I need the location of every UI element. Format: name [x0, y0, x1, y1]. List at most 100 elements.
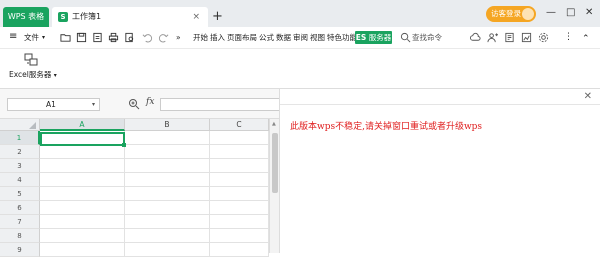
column-header-a[interactable]: A: [40, 119, 125, 131]
close-tab-icon[interactable]: ×: [192, 7, 200, 27]
close-panel-icon[interactable]: ✕: [584, 91, 592, 103]
insert-function-button[interactable]: fx: [146, 97, 154, 107]
grid-cell[interactable]: [210, 243, 269, 257]
grid-cell[interactable]: [125, 201, 210, 215]
print-preview-icon[interactable]: [124, 32, 135, 43]
formula-input[interactable]: [160, 98, 279, 111]
row-header[interactable]: 5: [0, 187, 40, 201]
grid-cell[interactable]: [125, 229, 210, 243]
document-tab[interactable]: S 工作簿1 ×: [52, 7, 208, 27]
name-box-value: A1: [46, 100, 56, 109]
tab-insert[interactable]: 插入: [210, 32, 225, 44]
grid-cell[interactable]: [125, 187, 210, 201]
document-icon[interactable]: [504, 32, 515, 43]
settings-icon[interactable]: [538, 32, 549, 43]
excel-server-icon[interactable]: [24, 53, 38, 67]
tab-view[interactable]: 视图: [310, 32, 325, 44]
tab-formulas[interactable]: 公式: [259, 32, 274, 44]
search-commands[interactable]: 查找命令: [412, 32, 442, 44]
tab-data[interactable]: 数据: [276, 32, 291, 44]
export-pdf-icon[interactable]: [92, 32, 103, 43]
chart-icon[interactable]: [521, 32, 532, 43]
row-header[interactable]: 3: [0, 159, 40, 173]
grid-cell[interactable]: [210, 201, 269, 215]
file-menu[interactable]: 文件: [24, 32, 39, 44]
row-header[interactable]: 2: [0, 145, 40, 159]
more-tools-icon[interactable]: »: [176, 32, 181, 44]
redo-icon[interactable]: [158, 32, 169, 43]
side-panel: ✕ 此版本wps不稳定,请关掉窗口重试或者升级wps: [279, 89, 600, 253]
grid-cell[interactable]: [40, 229, 125, 243]
grid-cell[interactable]: [40, 215, 125, 229]
cloud-icon[interactable]: [470, 32, 481, 43]
title-bar: WPS 表格 S 工作簿1 × + 访客登录 — □ ✕: [0, 0, 600, 27]
tab-page-layout[interactable]: 页面布局: [227, 32, 257, 44]
close-window-button[interactable]: ✕: [585, 6, 593, 20]
grid-cell[interactable]: [40, 173, 125, 187]
grid-cell[interactable]: [40, 145, 125, 159]
grid-cell[interactable]: [210, 173, 269, 187]
excel-server-button[interactable]: Excel服务器 ▾: [9, 70, 57, 81]
save-icon[interactable]: [76, 32, 87, 43]
select-all-corner[interactable]: [0, 119, 40, 131]
chevron-down-icon: ▾: [53, 72, 57, 79]
search-icon[interactable]: [400, 32, 411, 43]
guest-login-button[interactable]: 访客登录: [486, 6, 536, 22]
new-tab-button[interactable]: +: [212, 7, 223, 27]
scroll-up-icon[interactable]: ▲: [272, 121, 276, 127]
version-warning-message: 此版本wps不稳定,请关掉窗口重试或者升级wps: [290, 122, 483, 132]
vertical-scrollbar[interactable]: ▲: [269, 119, 279, 253]
formula-bar: A1 ▾ fx: [0, 89, 279, 119]
open-folder-icon[interactable]: [60, 32, 71, 43]
tab-special-features[interactable]: 特色功能: [327, 32, 357, 44]
grid-cell[interactable]: [210, 215, 269, 229]
grid-cell[interactable]: [40, 159, 125, 173]
row-header[interactable]: 6: [0, 201, 40, 215]
spreadsheet-grid[interactable]: A B C 1 2 3 4 5 6 7 8 9 ▲: [0, 119, 279, 257]
user-add-icon[interactable]: [487, 32, 498, 43]
grid-cell[interactable]: [210, 159, 269, 173]
minimize-button[interactable]: —: [546, 6, 556, 20]
maximize-button[interactable]: □: [566, 6, 575, 20]
active-cell-a1[interactable]: [40, 132, 126, 147]
grid-cell[interactable]: [210, 187, 269, 201]
row-header[interactable]: 9: [0, 243, 40, 257]
zoom-icon[interactable]: [128, 98, 140, 110]
panel-header: ✕: [280, 89, 600, 105]
main-toolbar: ≡ 文件 ▾ » 开始 插入 页面布局 公式 数据 审阅 视图 特色功能 ES …: [0, 27, 600, 49]
more-options-icon[interactable]: ⋮: [564, 31, 573, 43]
fill-handle[interactable]: [122, 143, 126, 147]
collapse-ribbon-icon[interactable]: ⌃: [582, 33, 590, 45]
menu-icon[interactable]: ≡: [9, 31, 17, 43]
row-header[interactable]: 4: [0, 173, 40, 187]
column-header-b[interactable]: B: [125, 119, 210, 131]
column-header-c[interactable]: C: [210, 119, 269, 131]
wps-app-tab[interactable]: WPS 表格: [3, 7, 49, 27]
grid-cell[interactable]: [210, 145, 269, 159]
grid-cell[interactable]: [125, 243, 210, 257]
grid-cell[interactable]: [40, 187, 125, 201]
grid-cell[interactable]: [125, 215, 210, 229]
row-header[interactable]: 7: [0, 215, 40, 229]
tab-review[interactable]: 审阅: [293, 32, 308, 44]
undo-icon[interactable]: [142, 32, 153, 43]
excel-server-label: Excel服务器: [9, 70, 52, 79]
grid-cell[interactable]: [40, 243, 125, 257]
grid-cell[interactable]: [125, 145, 210, 159]
scrollbar-thumb[interactable]: [272, 133, 278, 193]
grid-cell[interactable]: [210, 131, 269, 145]
grid-cell[interactable]: [125, 131, 210, 145]
print-icon[interactable]: [108, 32, 119, 43]
file-menu-arrow-icon[interactable]: ▾: [42, 32, 45, 44]
grid-cell[interactable]: [125, 159, 210, 173]
row-header[interactable]: 1: [0, 131, 40, 145]
name-box[interactable]: A1 ▾: [7, 98, 100, 111]
name-box-dropdown-icon[interactable]: ▾: [92, 99, 95, 110]
tab-home[interactable]: 开始: [193, 32, 208, 44]
tab-es-server[interactable]: ES 服务器: [355, 31, 392, 44]
guest-login-label: 访客登录: [491, 9, 521, 18]
grid-cell[interactable]: [210, 229, 269, 243]
grid-cell[interactable]: [40, 201, 125, 215]
grid-cell[interactable]: [125, 173, 210, 187]
row-header[interactable]: 8: [0, 229, 40, 243]
